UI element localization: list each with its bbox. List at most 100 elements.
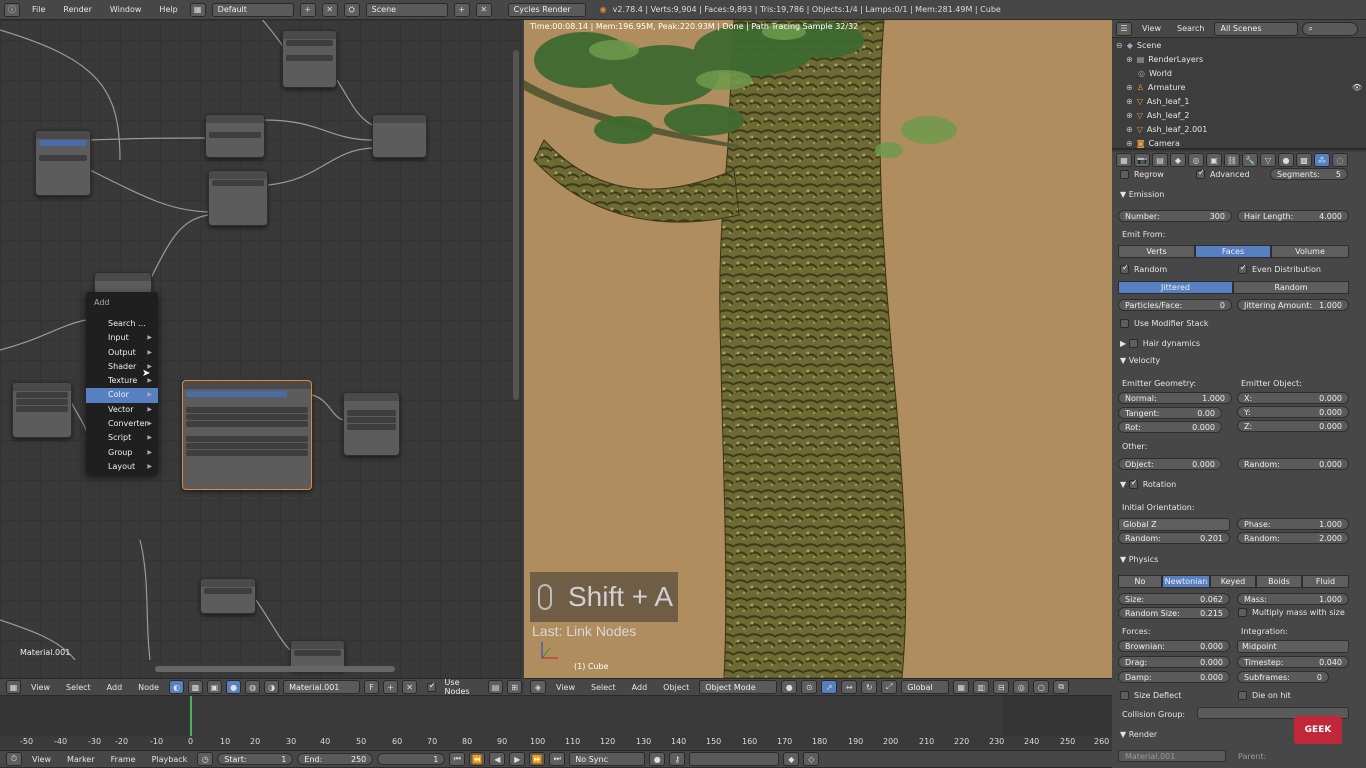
timeline-menu-frame[interactable]: Frame — [105, 755, 142, 764]
material-tab-icon[interactable]: ● — [1278, 153, 1294, 167]
physics-keyed-button[interactable]: Keyed — [1210, 575, 1256, 588]
menu-item-converter[interactable]: Converter ▶ — [86, 417, 158, 431]
even-distribution-option[interactable]: Even Distribution — [1238, 263, 1321, 274]
physics-boids-button[interactable]: Boids — [1256, 575, 1302, 588]
y-field[interactable]: Y: 0.000 — [1237, 406, 1349, 418]
particles-tab-icon[interactable]: ⁂ — [1314, 153, 1330, 167]
sync-selector[interactable]: No Sync — [569, 752, 646, 766]
orientation-selector[interactable]: Global — [901, 680, 950, 694]
rotate-icon[interactable]: ↻ — [861, 680, 878, 694]
physics-fluid-button[interactable]: Fluid — [1302, 575, 1349, 588]
snap-icon[interactable]: ⊞ — [507, 680, 523, 694]
rot-field[interactable]: Rot: 0.000 — [1118, 421, 1222, 433]
node-fresnel[interactable] — [200, 578, 256, 614]
shader-nodes-icon[interactable]: ◐ — [169, 680, 185, 694]
jump-end-icon[interactable]: ⏭ — [549, 752, 566, 766]
record-icon[interactable]: ● — [649, 752, 666, 766]
end-frame-field[interactable]: End: 250 — [297, 753, 374, 765]
outliner-row-camera[interactable]: ⊕ ◙ Camera — [1112, 136, 1366, 150]
add-scene-icon[interactable]: + — [453, 2, 470, 17]
physics-tab-icon[interactable]: ◌ — [1332, 153, 1348, 167]
menu-item-output[interactable]: Output ▶ — [86, 346, 158, 360]
damp-field[interactable]: Damp: 0.000 — [1118, 671, 1230, 683]
object-shader-icon[interactable]: ● — [226, 680, 242, 694]
texture-nodes-icon[interactable]: ▩ — [188, 680, 204, 694]
menu-item-input[interactable]: Input ▶ — [86, 331, 158, 345]
node-diffuse-bsdf[interactable] — [205, 114, 265, 158]
snap-element-icon[interactable]: ⊟ — [993, 680, 1010, 694]
timeline-menu-view[interactable]: View — [26, 755, 57, 764]
node-normal-map[interactable] — [12, 382, 72, 438]
render-preview-icon[interactable]: ◎ — [1013, 680, 1030, 694]
menu-item-search[interactable]: Search ... — [86, 317, 158, 331]
menu-help[interactable]: Help — [153, 5, 183, 14]
node-mix-shader[interactable] — [372, 114, 427, 158]
info-editor-icon[interactable]: ⓘ — [4, 2, 20, 17]
menu-item-vector[interactable]: Vector ▶ — [86, 403, 158, 417]
current-frame-field[interactable]: 1 — [377, 753, 446, 765]
remove-layout-icon[interactable]: ✕ — [321, 2, 338, 17]
backdrop-icon[interactable]: ▤ — [488, 680, 504, 694]
orientation-selector[interactable]: Global Z — [1118, 518, 1230, 531]
outliner-editor-icon[interactable]: ☰ — [1116, 21, 1132, 36]
integration-selector[interactable]: Midpoint — [1237, 640, 1349, 653]
menu-file[interactable]: File — [26, 5, 51, 14]
props-editor-icon[interactable]: ▦ — [1116, 153, 1132, 167]
scene-selector[interactable]: Scene — [365, 2, 448, 17]
rotation-panel-header[interactable]: ▼ Rotation — [1120, 478, 1176, 489]
keying-set-selector[interactable] — [689, 752, 780, 766]
add-layout-icon[interactable]: + — [299, 2, 316, 17]
node-menu-add[interactable]: Add — [101, 683, 129, 692]
emit-volume-button[interactable]: Volume — [1271, 245, 1349, 258]
jump-start-icon[interactable]: ⏮ — [449, 752, 466, 766]
data-tab-icon[interactable]: ▽ — [1260, 153, 1276, 167]
segments-field[interactable]: Segments: 5 — [1270, 168, 1348, 180]
editor-type-icon[interactable]: ▦ — [6, 680, 21, 694]
texture-tab-icon[interactable]: ▩ — [1296, 153, 1312, 167]
subframes-field[interactable]: Subframes: 0 — [1237, 671, 1329, 683]
emit-verts-button[interactable]: Verts — [1118, 245, 1195, 258]
scale-icon[interactable]: ⤢ — [881, 680, 898, 694]
delete-keyframe-icon[interactable]: ◇ — [803, 752, 820, 766]
z-field[interactable]: Z: 0.000 — [1237, 420, 1349, 432]
manipulator-icon[interactable]: ↗ — [821, 680, 838, 694]
random-option[interactable]: Random — [1120, 263, 1167, 274]
menu-render[interactable]: Render — [57, 5, 97, 14]
object-velocity-field[interactable]: Object: 0.000 — [1118, 458, 1222, 470]
render-tab-icon[interactable]: 📷 — [1134, 153, 1150, 167]
emission-panel-header[interactable]: ▼ Emission — [1120, 190, 1164, 199]
view3d-menu-select[interactable]: Select — [585, 683, 622, 692]
start-frame-field[interactable]: Start: 1 — [217, 753, 294, 765]
compositor-nodes-icon[interactable]: ▣ — [207, 680, 223, 694]
menu-item-color[interactable]: Color ▶ — [86, 388, 158, 403]
node-menu-node[interactable]: Node — [132, 683, 165, 692]
node-menu-view[interactable]: View — [25, 683, 56, 692]
scene-icon[interactable]: ⛭ — [343, 2, 360, 17]
brownian-field[interactable]: Brownian: 0.000 — [1118, 640, 1230, 652]
hair-dynamics-panel-header[interactable]: ▶ Hair dynamics — [1120, 339, 1200, 348]
layers-tab-icon[interactable]: ▤ — [1152, 153, 1168, 167]
node-bump[interactable] — [94, 272, 152, 294]
outliner-row-scene[interactable]: ⊖ ◆ Scene — [1112, 38, 1366, 52]
scene-tab-icon[interactable]: ◆ — [1170, 153, 1186, 167]
number-field[interactable]: Number: 300 — [1118, 210, 1232, 222]
node-noise-texture[interactable] — [343, 392, 400, 456]
world-tab-icon[interactable]: ◎ — [1188, 153, 1204, 167]
insert-keyframe-icon[interactable]: ◆ — [783, 752, 800, 766]
outliner-row-ash-leaf-1[interactable]: ⊕ ▽ Ash_leaf_1 — [1112, 94, 1366, 108]
lock-layer-icon[interactable]: ▥ — [973, 680, 990, 694]
shading-mode-icon[interactable]: ● — [781, 680, 798, 694]
outliner-menu-view[interactable]: View — [1136, 24, 1167, 33]
random-velocity-field[interactable]: Random: 0.000 — [1237, 458, 1349, 470]
outliner-row-world[interactable]: ◎ World — [1112, 66, 1366, 80]
advanced-option[interactable]: Advanced — [1196, 168, 1250, 179]
multiply-mass-option[interactable]: Multiply mass with size — [1238, 608, 1345, 617]
particles-face-field[interactable]: Particles/Face: 0 — [1118, 299, 1232, 311]
use-nodes-checkbox[interactable] — [427, 681, 436, 692]
viewport-editor-type-icon[interactable]: ◈ — [530, 680, 546, 694]
play-icon[interactable]: ▶ — [509, 752, 526, 766]
normal-field[interactable]: Normal: 1.000 — [1118, 392, 1232, 404]
timeline-menu-marker[interactable]: Marker — [61, 755, 101, 764]
random-size-field[interactable]: Random Size: 0.215 — [1118, 607, 1230, 619]
mass-field[interactable]: Mass: 1.000 — [1237, 593, 1349, 605]
